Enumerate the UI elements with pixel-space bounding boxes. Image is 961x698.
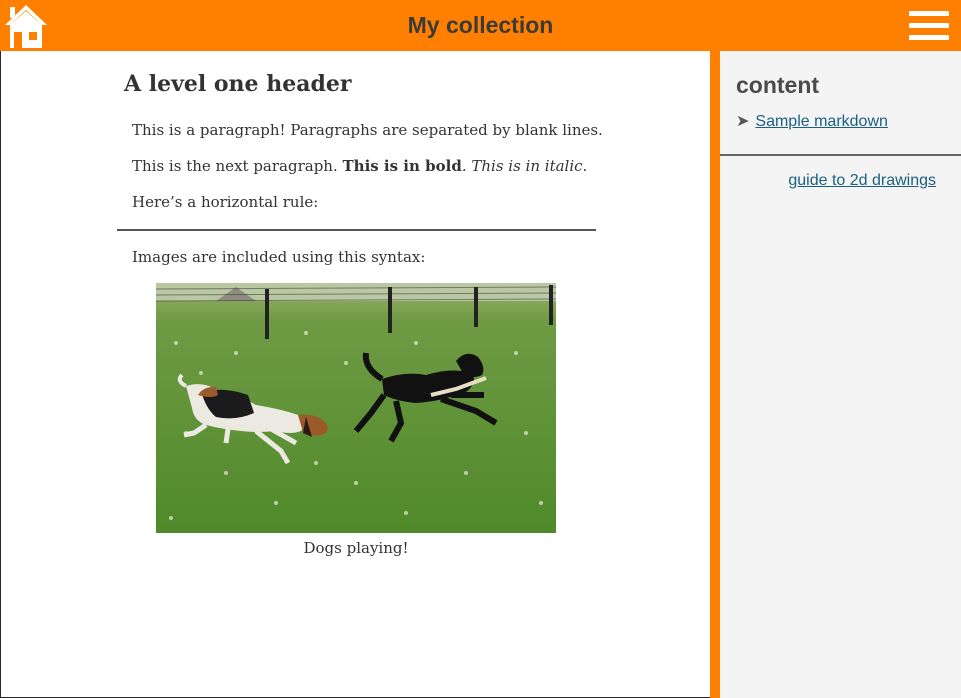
menu-button[interactable] xyxy=(908,11,950,41)
italic-text: This is in italic xyxy=(471,157,583,175)
dogs-playing-image xyxy=(156,283,556,533)
hamburger-menu-icon xyxy=(909,11,949,16)
paragraph-text: . xyxy=(582,157,588,175)
toc-item: ➤ Sample markdown xyxy=(736,111,888,131)
horizontal-rule xyxy=(117,229,596,231)
image-caption: Dogs playing! xyxy=(303,539,409,557)
hamburger-menu-icon xyxy=(909,35,949,40)
arrow-right-icon: ➤ xyxy=(736,113,750,130)
hamburger-menu-icon xyxy=(909,23,949,28)
sidebar: content ➤ Sample markdown guide to 2d dra… xyxy=(720,51,961,698)
paragraph: This is a paragraph! Paragraphs are sepa… xyxy=(132,121,603,139)
main-content: A level one header This is a paragraph! … xyxy=(0,51,710,698)
paragraph-formatting: This is the next paragraph. This is in b… xyxy=(132,157,587,175)
sidebar-title: content xyxy=(736,72,820,98)
toc-link-sample-markdown[interactable]: Sample markdown xyxy=(755,113,888,130)
page-title: My collection xyxy=(407,12,554,38)
paragraph-text: This is the next paragraph. xyxy=(132,157,343,175)
level-one-header: A level one header xyxy=(124,71,352,97)
paragraph: Here’s a horizontal rule: xyxy=(132,193,319,211)
sidebar-separator xyxy=(720,154,961,156)
sidebar-divider xyxy=(710,51,720,698)
paragraph-text: . xyxy=(461,157,472,175)
paragraph: Images are included using this syntax: xyxy=(132,248,426,266)
bold-text: This is in bold xyxy=(342,157,462,175)
guide-link[interactable]: guide to 2d drawings xyxy=(788,172,936,190)
top-bar: My collection xyxy=(0,0,961,51)
